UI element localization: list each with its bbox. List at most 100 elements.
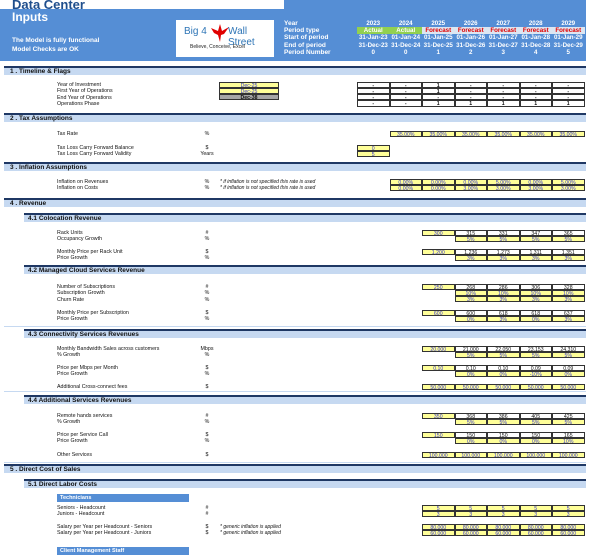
bandwidth-growth-unit: % xyxy=(204,352,210,359)
remote-hands-input[interactable]: 350 xyxy=(422,412,455,420)
subsection-additional: 4.4 Additional Services Revenues xyxy=(24,395,586,404)
mbps-price-growth-input[interactable]: 0% xyxy=(454,370,487,378)
churn-rate-input[interactable]: 3% xyxy=(552,296,585,303)
subscription-price-growth-input[interactable]: 3% xyxy=(552,315,585,323)
tax-rate-input[interactable]: 35.00% xyxy=(422,130,455,138)
juniors-salary-input[interactable]: 60,000 xyxy=(552,529,585,537)
inflation-input[interactable]: 0.00% xyxy=(389,184,422,192)
tax-rate-input[interactable]: 35.00% xyxy=(454,130,487,138)
subscription-price-growth-input[interactable]: 0% xyxy=(454,315,487,323)
occupancy-growth-unit: % xyxy=(204,236,210,243)
bandwidth-growth-input[interactable]: 5% xyxy=(552,351,585,359)
period-number-cell: 4 xyxy=(534,49,538,56)
other-services-input[interactable]: 100,000 xyxy=(487,451,520,459)
period-number-cell: 2 xyxy=(469,49,473,56)
occupancy-growth-input[interactable]: 5% xyxy=(454,235,487,243)
service-call-price-growth-label: Price Growth xyxy=(57,438,88,445)
remote-hands-growth-input[interactable]: 5% xyxy=(487,418,520,426)
rack-price-growth-label: Price Growth xyxy=(57,255,88,262)
cross-connect-fees-input[interactable]: 50,000 xyxy=(519,383,552,391)
mbps-price-growth-unit: % xyxy=(204,371,210,378)
cross-connect-fees-label: Additional Cross-connect fees xyxy=(57,384,128,390)
end-date-cell: 31-Dec-27 xyxy=(488,41,518,49)
rack-units-input[interactable]: 300 xyxy=(422,229,455,237)
inflation-row-label: Inflation on Revenues xyxy=(57,179,109,185)
inflation-note: * if inflation is not specified this rat… xyxy=(220,185,316,192)
juniors-headcount-input[interactable]: 3 xyxy=(487,510,520,518)
mbps-price-growth-input[interactable]: 0% xyxy=(487,370,520,378)
service-call-price-growth-input[interactable]: 0% xyxy=(454,437,487,445)
tax-rate-input[interactable]: 35.00% xyxy=(389,130,422,138)
bandwidth-input[interactable]: 20,000 xyxy=(422,345,455,353)
mbps-price-label: Price per Mbps per Month xyxy=(57,365,118,371)
inflation-input[interactable]: 3.00% xyxy=(487,184,520,192)
occupancy-growth-input[interactable]: 5% xyxy=(487,235,520,243)
cross-connect-fees-input[interactable]: 50,000 xyxy=(487,383,520,391)
cross-connect-fees-input[interactable]: 50,000 xyxy=(454,383,487,391)
tax-rate-input[interactable]: 35.00% xyxy=(519,130,552,138)
juniors-salary-input[interactable]: 60,000 xyxy=(487,529,520,537)
cross-connect-fees-input[interactable]: 50,000 xyxy=(422,383,455,391)
timeline-flag-cell: 1 xyxy=(422,100,455,107)
rack-price-growth-input[interactable]: 3% xyxy=(454,254,487,262)
juniors-headcount-input[interactable]: 3 xyxy=(519,510,552,518)
inflation-input[interactable]: 3.00% xyxy=(519,184,552,192)
churn-rate-input[interactable]: 3% xyxy=(519,296,552,303)
service-call-price-growth-input[interactable]: 10% xyxy=(552,437,585,445)
remote-hands-growth-label: % Growth xyxy=(57,419,81,426)
churn-rate-input[interactable]: 3% xyxy=(454,296,487,303)
rack-price-input[interactable]: 1,200 xyxy=(422,248,455,256)
subscription-price-growth-input[interactable]: 3% xyxy=(487,315,520,323)
occupancy-growth-input[interactable]: 5% xyxy=(519,235,552,243)
start-date-cell: 01-Jan-24 xyxy=(391,34,421,41)
bandwidth-growth-input[interactable]: 5% xyxy=(519,351,552,359)
tlcf-validity-input[interactable]: 5 xyxy=(357,150,390,158)
mbps-price-growth-input[interactable]: 0% xyxy=(552,370,585,378)
service-call-price-growth-input[interactable]: 0% xyxy=(519,437,552,445)
cross-connect-fees-input[interactable]: 50,000 xyxy=(552,383,585,391)
start-date-cell: 01-Jan-25 xyxy=(423,34,453,41)
subscription-price-growth-input[interactable]: 0% xyxy=(519,315,552,323)
juniors-headcount-input[interactable]: 3 xyxy=(454,510,487,518)
bandwidth-growth-input[interactable]: 5% xyxy=(487,351,520,359)
inflation-input[interactable]: 3.00% xyxy=(552,184,585,192)
juniors-salary-input[interactable]: 60,000 xyxy=(519,529,552,537)
juniors-headcount-input[interactable]: 3 xyxy=(552,510,585,518)
remote-hands-unit: # xyxy=(205,413,209,419)
other-services-input[interactable]: 100,000 xyxy=(454,451,487,459)
rack-price-growth-input[interactable]: 3% xyxy=(552,254,585,262)
remote-hands-growth-input[interactable]: 5% xyxy=(454,418,487,426)
section-tax: 2 . Tax Assumptions xyxy=(4,113,586,122)
subscription-price-input[interactable]: 600 xyxy=(422,309,455,317)
occupancy-growth-input[interactable]: 5% xyxy=(552,235,585,243)
seniors-salary-unit: $ xyxy=(205,524,209,530)
juniors-salary-input[interactable]: 60,000 xyxy=(422,529,455,537)
service-call-price-growth-input[interactable]: 0% xyxy=(487,437,520,445)
rack-price-growth-input[interactable]: 3% xyxy=(487,254,520,262)
timeline-flag-cell: - xyxy=(389,100,422,107)
mbps-price-growth-input[interactable]: -10% xyxy=(519,370,552,378)
subscription-growth-unit: % xyxy=(204,290,210,297)
subscriptions-input[interactable]: 250 xyxy=(422,283,455,291)
service-call-price-input[interactable]: 150 xyxy=(422,431,455,439)
rack-units-unit: # xyxy=(205,230,209,236)
bandwidth-growth-input[interactable]: 5% xyxy=(454,351,487,359)
inflation-input[interactable]: 0.00% xyxy=(422,184,455,192)
juniors-headcount-input[interactable]: 3 xyxy=(422,510,455,518)
mbps-price-input[interactable]: 0.10 xyxy=(422,364,455,372)
remote-hands-growth-input[interactable]: 5% xyxy=(552,418,585,426)
rack-price-growth-input[interactable]: 3% xyxy=(519,254,552,262)
juniors-salary-input[interactable]: 60,000 xyxy=(454,529,487,537)
tax-rate-input[interactable]: 35.00% xyxy=(552,130,585,138)
sheet-subtitle: Inputs xyxy=(12,10,48,24)
seniors-salary-label: Salary per Year per Headcount - Seniors xyxy=(57,524,153,530)
other-services-input[interactable]: 100,000 xyxy=(552,451,585,459)
churn-rate-input[interactable]: 3% xyxy=(487,296,520,303)
juniors-headcount-label: Juniors - Headcount xyxy=(57,511,105,518)
other-services-input[interactable]: 100,000 xyxy=(519,451,552,459)
other-services-input[interactable]: 100,000 xyxy=(422,451,455,459)
tax-rate-input[interactable]: 35.00% xyxy=(487,130,520,138)
inflation-input[interactable]: 3.00% xyxy=(454,184,487,192)
service-call-price-label: Price per Service Call xyxy=(57,432,108,438)
remote-hands-growth-input[interactable]: 5% xyxy=(519,418,552,426)
